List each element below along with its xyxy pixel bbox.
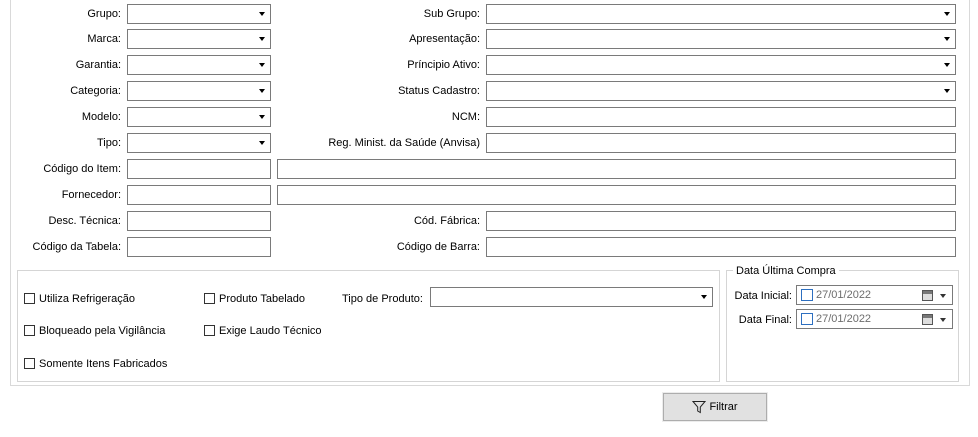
exige-laudo-checkbox[interactable] [204,325,215,336]
marca-label: Marca: [87,33,121,45]
principio-ativo-label: Príncipio Ativo: [407,59,480,71]
chevron-down-icon [259,37,265,41]
tipo-label: Tipo: [96,137,121,149]
data-final-picker[interactable]: 27/01/2022 [796,309,953,329]
codigo-item-label: Código do Item: [43,163,121,175]
sub-grupo-label: Sub Grupo: [423,8,480,20]
calendar-icon[interactable] [922,314,933,325]
filter-icon [692,401,707,414]
exige-laudo-label[interactable]: Exige Laudo Técnico [219,324,322,338]
data-final-checkbox[interactable] [801,313,813,325]
fornecedor-label: Fornecedor: [61,189,121,201]
chevron-down-icon [259,12,265,16]
codigo-tabela-input[interactable] [127,237,271,257]
reg-minist-input[interactable] [486,133,956,153]
tipo-produto-select[interactable] [430,287,713,307]
status-cadastro-label: Status Cadastro: [398,85,480,97]
chevron-down-icon [259,89,265,93]
chevron-down-icon [259,63,265,67]
apresentacao-select[interactable] [486,29,956,49]
marca-select[interactable] [127,29,271,49]
data-final-value: 27/01/2022 [816,313,872,325]
grupo-select[interactable] [127,4,271,24]
bloqueado-vigilancia-label[interactable]: Bloqueado pela Vigilância [39,324,165,338]
categoria-label: Categoria: [70,85,121,97]
data-inicial-picker[interactable]: 27/01/2022 [796,285,953,305]
bloqueado-vigilancia-checkbox[interactable] [24,325,35,336]
codigo-barra-label: Código de Barra: [396,241,480,253]
ncm-input[interactable] [486,107,956,127]
utiliza-refrigeracao-label[interactable]: Utiliza Refrigeração [39,292,135,306]
garantia-label: Garantia: [75,59,121,71]
chevron-down-icon [944,37,950,41]
fornecedor-input[interactable] [127,185,271,205]
chevron-down-icon [259,115,265,119]
apresentacao-label: Apresentação: [409,33,480,45]
garantia-select[interactable] [127,55,271,75]
codigo-item-input[interactable] [127,159,271,179]
chevron-down-icon [259,141,265,145]
codigo-barra-input[interactable] [486,237,956,257]
codigo-item-desc-input[interactable] [277,159,956,179]
reg-minist-label: Reg. Minist. da Saúde (Anvisa) [328,137,480,149]
status-cadastro-select[interactable] [486,81,956,101]
sub-grupo-select[interactable] [486,4,956,24]
fornecedor-desc-input[interactable] [277,185,956,205]
filtrar-button[interactable]: Filtrar [662,392,768,422]
produto-tabelado-label[interactable]: Produto Tabelado [219,292,305,306]
codigo-tabela-label: Código da Tabela: [32,241,121,253]
produto-tabelado-checkbox[interactable] [204,293,215,304]
categoria-select[interactable] [127,81,271,101]
cod-fabrica-input[interactable] [486,211,956,231]
chevron-down-icon[interactable] [940,294,946,298]
filtrar-label: Filtrar [709,401,738,413]
data-inicial-checkbox[interactable] [801,289,813,301]
tipo-select[interactable] [127,133,271,153]
modelo-select[interactable] [127,107,271,127]
data-ultima-compra-title: Data Última Compra [733,264,839,278]
desc-tecnica-input[interactable] [127,211,271,231]
grupo-label: Grupo: [87,8,121,20]
chevron-down-icon[interactable] [940,318,946,322]
principio-ativo-select[interactable] [486,55,956,75]
calendar-icon[interactable] [922,290,933,301]
somente-fabricados-label[interactable]: Somente Itens Fabricados [39,357,167,371]
chevron-down-icon [944,89,950,93]
chevron-down-icon [944,63,950,67]
utiliza-refrigeracao-checkbox[interactable] [24,293,35,304]
data-inicial-label: Data Inicial: [734,290,792,302]
modelo-label: Modelo: [81,111,121,123]
data-final-label: Data Final: [738,314,792,326]
somente-fabricados-checkbox[interactable] [24,358,35,369]
cod-fabrica-label: Cód. Fábrica: [413,215,480,227]
chevron-down-icon [701,295,707,299]
tipo-produto-label: Tipo de Produto: [342,293,423,305]
chevron-down-icon [944,12,950,16]
desc-tecnica-label: Desc. Técnica: [48,215,121,227]
ncm-label: NCM: [451,111,480,123]
data-inicial-value: 27/01/2022 [816,289,872,301]
